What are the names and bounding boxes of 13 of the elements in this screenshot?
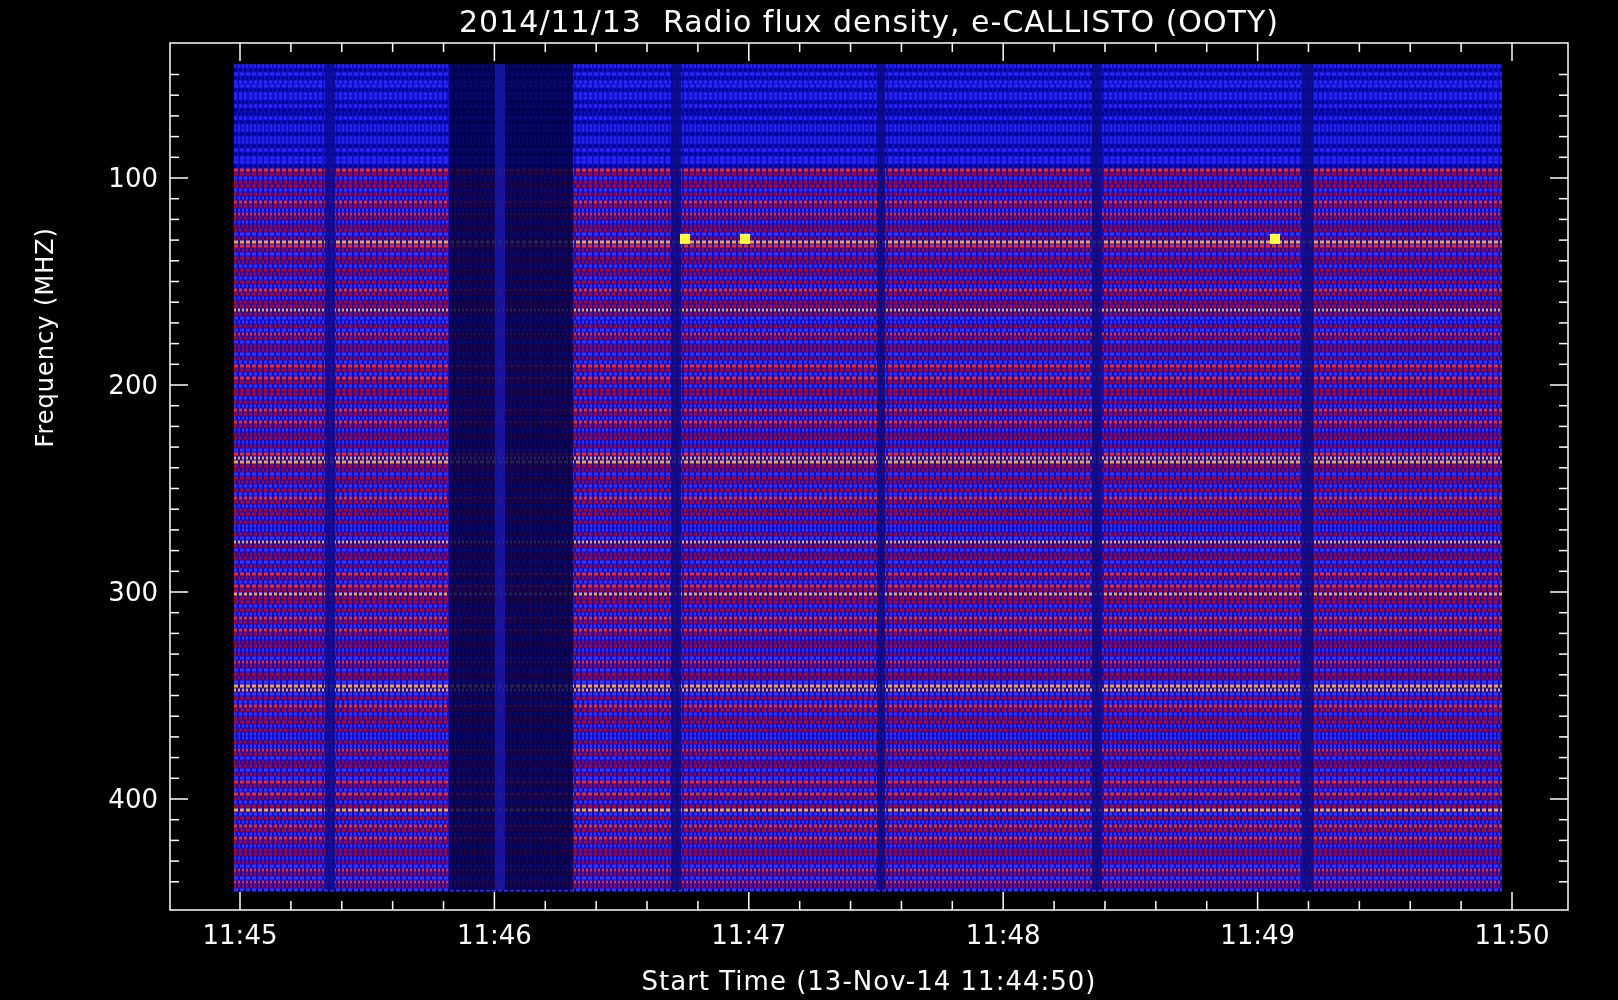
tick-label: 200 xyxy=(108,370,158,400)
tick-label: 11:47 xyxy=(711,920,787,950)
chart-title: 2014/11/13 Radio flux density, e-CALLISTO (OOTY) xyxy=(458,2,1280,41)
tick-label: 100 xyxy=(108,163,158,193)
tick-label: 11:46 xyxy=(456,920,532,950)
y-axis-label: Frequency (MHZ) xyxy=(31,226,59,448)
tick-label: 11:48 xyxy=(965,920,1041,950)
tick-label: 400 xyxy=(108,784,158,814)
tick-label: 11:49 xyxy=(1220,920,1296,950)
tick-label: 300 xyxy=(108,577,158,607)
tick-label: 11:50 xyxy=(1474,920,1550,950)
tick-label: 11:45 xyxy=(202,920,278,950)
x-axis-label: Start Time (13-Nov-14 11:44:50) xyxy=(640,965,1098,998)
